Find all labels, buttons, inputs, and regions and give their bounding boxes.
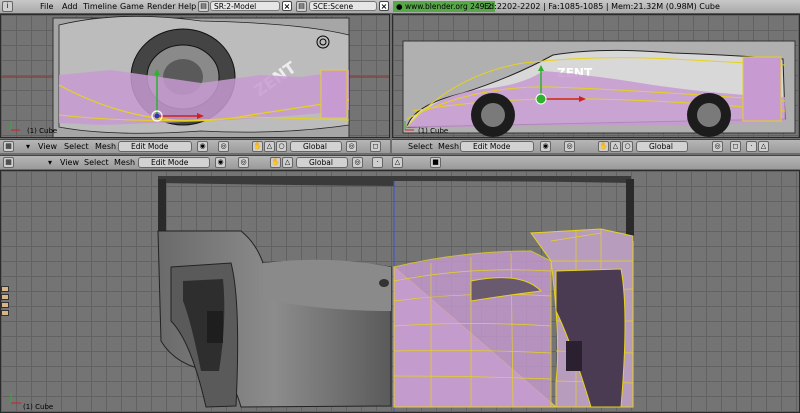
- screen-browse-icon[interactable]: ▤: [198, 1, 209, 12]
- manipulator-rotate-icon[interactable]: △: [610, 141, 621, 152]
- draw-type-icon[interactable]: ◉: [540, 141, 551, 152]
- viewport-object-label: (1) Cube: [418, 127, 449, 135]
- mode-select[interactable]: Edit Mode: [460, 141, 534, 152]
- mode-select[interactable]: Edit Mode: [138, 157, 210, 168]
- viewport-object-label: (1) Cube: [27, 127, 58, 135]
- draw-type-icon[interactable]: ◉: [215, 157, 226, 168]
- menu-toggle-icon[interactable]: ▾: [48, 157, 52, 168]
- screen-name-field[interactable]: SR:2-Model: [210, 1, 280, 11]
- proportional-icon[interactable]: ◎: [712, 141, 723, 152]
- menu-file[interactable]: File: [40, 0, 53, 13]
- draw-type-icon[interactable]: ◉: [197, 141, 208, 152]
- viewport-top[interactable]: ZENT (1) Cube: [0, 14, 390, 138]
- menu-select[interactable]: Select: [84, 157, 109, 168]
- occlude-icon[interactable]: ■: [430, 157, 441, 168]
- menu-add[interactable]: Add: [62, 0, 78, 13]
- screen-delete-button[interactable]: ×: [282, 1, 292, 11]
- viewport-object-label: (1) Cube: [23, 403, 54, 411]
- viewport-front[interactable]: (1) Cube: [0, 170, 800, 413]
- proportional-icon[interactable]: ◎: [352, 157, 363, 168]
- snap-icon[interactable]: ◻: [370, 141, 381, 152]
- side-tool-button[interactable]: [1, 286, 9, 292]
- menu-toggle-icon[interactable]: ▾: [26, 141, 30, 152]
- snap-icon[interactable]: ◻: [730, 141, 741, 152]
- viewport-header-bottom: ▦ ▾ View Select Mesh Edit Mode ◉ ◎ ✋ △ G…: [0, 155, 800, 169]
- menu-view[interactable]: View: [38, 141, 57, 152]
- car-front-view-model: [10, 176, 634, 412]
- vertex-select-icon[interactable]: ·: [372, 157, 383, 168]
- pivot-icon[interactable]: ◎: [564, 141, 575, 152]
- side-tool-button[interactable]: [1, 310, 9, 316]
- car-side-view-model: ZENT: [402, 40, 796, 137]
- side-tool-button[interactable]: [1, 302, 9, 308]
- menu-game[interactable]: Game: [120, 0, 144, 13]
- menu-timeline[interactable]: Timeline: [83, 0, 117, 13]
- face-select-icon[interactable]: △: [758, 141, 769, 152]
- window-type-icon[interactable]: i: [2, 1, 13, 12]
- pivot-icon[interactable]: ◎: [218, 141, 229, 152]
- hand-icon[interactable]: ✋: [270, 157, 281, 168]
- orientation-select[interactable]: Global: [296, 157, 348, 168]
- editor-type-icon[interactable]: ▦: [3, 141, 14, 152]
- mode-select[interactable]: Edit Mode: [118, 141, 192, 152]
- viewport-header-left: ▦ ▾ View Select Mesh Edit Mode ◉ ◎ ✋ △ ○…: [0, 139, 390, 153]
- menu-mesh[interactable]: Mesh: [95, 141, 116, 152]
- side-tool-button[interactable]: [1, 294, 9, 300]
- car-top-view-model: ZENT: [1, 15, 389, 137]
- manipulator-scale-icon[interactable]: ○: [276, 141, 287, 152]
- editor-type-icon[interactable]: ▦: [3, 157, 14, 168]
- url-text: www.blender.org 249.2: [404, 2, 492, 11]
- viewport-header-right: Select Mesh Edit Mode ◉ ◎ ✋ △ ○ Global ◎…: [392, 139, 800, 153]
- hand-icon[interactable]: ✋: [252, 141, 263, 152]
- viewport-side[interactable]: ZENT (1) Cube: [392, 14, 800, 138]
- menu-mesh[interactable]: Mesh: [438, 141, 459, 152]
- menu-help[interactable]: Help: [178, 0, 196, 13]
- blender-logo-icon: ●: [396, 2, 403, 11]
- menu-select[interactable]: Select: [408, 141, 433, 152]
- manipulator-rotate-icon[interactable]: △: [264, 141, 275, 152]
- scene-delete-button[interactable]: ×: [379, 1, 389, 11]
- proportional-icon[interactable]: ◎: [346, 141, 357, 152]
- menu-select[interactable]: Select: [64, 141, 89, 152]
- menu-render[interactable]: Render: [147, 0, 175, 13]
- face-select-icon[interactable]: △: [392, 157, 403, 168]
- menu-mesh[interactable]: Mesh: [114, 157, 135, 168]
- vertex-select-icon[interactable]: ·: [746, 141, 757, 152]
- manipulator-rotate-icon[interactable]: △: [282, 157, 293, 168]
- manipulator-scale-icon[interactable]: ○: [622, 141, 633, 152]
- menu-view[interactable]: View: [60, 157, 79, 168]
- orientation-select[interactable]: Global: [290, 141, 342, 152]
- scene-browse-icon[interactable]: ▤: [296, 1, 307, 12]
- hand-icon[interactable]: ✋: [598, 141, 609, 152]
- orientation-select[interactable]: Global: [636, 141, 688, 152]
- scene-name-field[interactable]: SCE:Scene: [309, 1, 377, 11]
- blender-url-badge[interactable]: ● www.blender.org 249.2: [393, 1, 495, 12]
- scene-stats: Ed:2202-2202 | Fa:1085-1085 | Mem:21.32M…: [484, 2, 720, 11]
- top-menu-bar: i File Add Timeline Game Render Help ▤ S…: [0, 0, 800, 14]
- pivot-icon[interactable]: ◎: [238, 157, 249, 168]
